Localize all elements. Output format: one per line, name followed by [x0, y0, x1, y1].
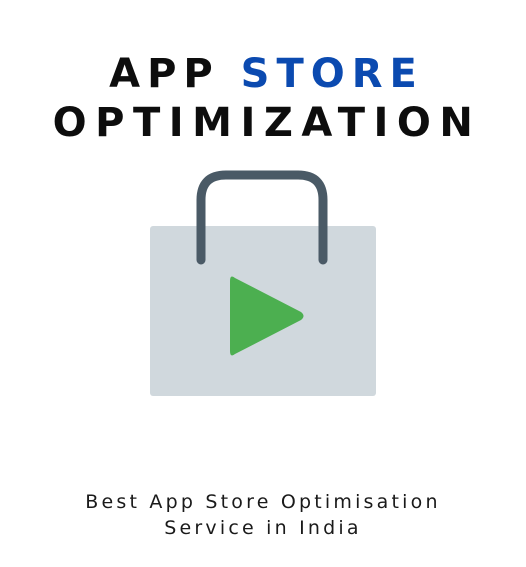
shopping-bag-play-icon	[150, 170, 376, 396]
page-title-line-1: APP STORE	[0, 50, 526, 98]
title-word-app: APP	[109, 51, 220, 97]
page-title-line-2: OPTIMIZATION	[52, 100, 482, 146]
tagline-line-1: Best App Store Optimisation	[85, 491, 441, 513]
title-word-store: STORE	[240, 51, 424, 97]
tagline-line-2: Service in India	[164, 517, 362, 539]
poster: APP STORE OPTIMIZATION Best App Store Op…	[0, 0, 526, 567]
